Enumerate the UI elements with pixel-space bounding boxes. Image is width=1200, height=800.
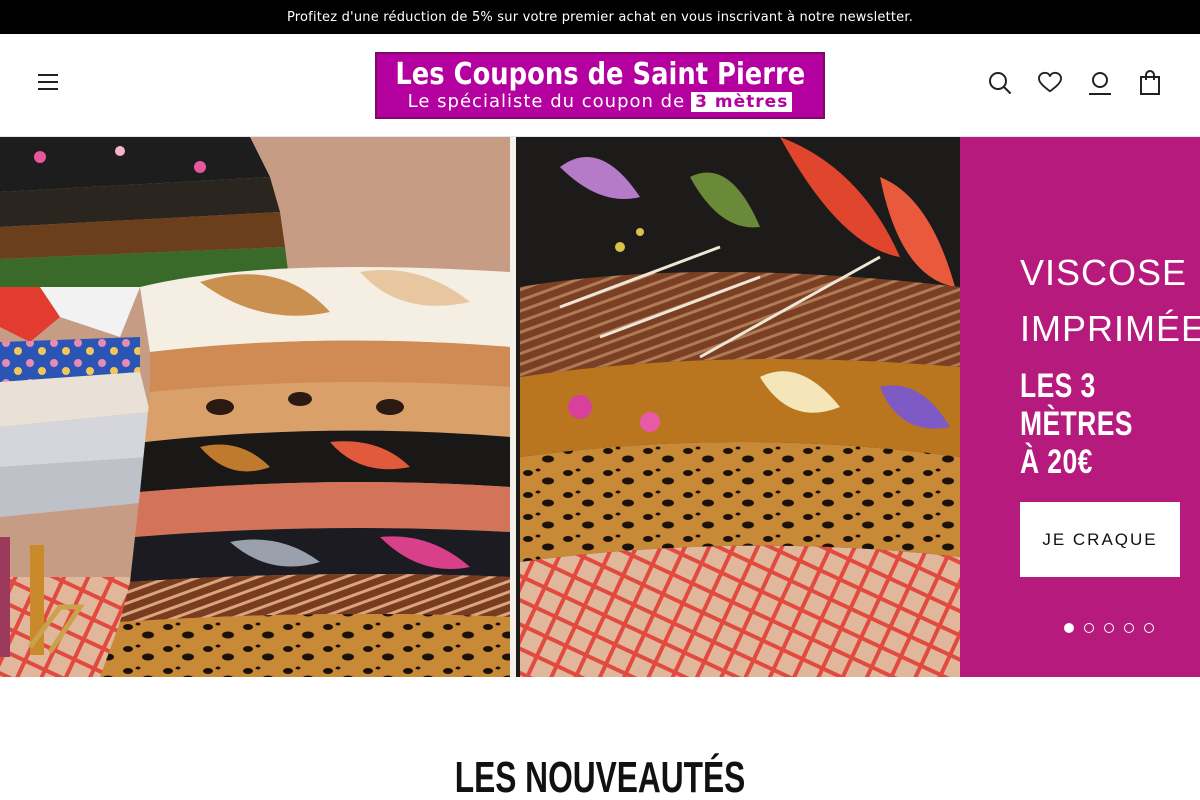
logo-tagline-text: Le spécialiste du coupon de bbox=[407, 90, 686, 112]
logo-tagline: Le spécialiste du coupon de 3 mètres bbox=[408, 91, 793, 113]
announcement-text: Profitez d'une réduction de 5% sur votre… bbox=[286, 9, 914, 25]
bag-icon[interactable] bbox=[1138, 70, 1162, 96]
heart-icon[interactable] bbox=[1038, 70, 1062, 96]
menu-icon[interactable] bbox=[38, 74, 62, 94]
hero-banner[interactable]: VISCOSE IMPRIMÉE LES 3 MÈTRES À 20€ JE C… bbox=[0, 137, 1200, 677]
slider-dots bbox=[1064, 623, 1154, 633]
slider-dot-1[interactable] bbox=[1064, 623, 1074, 633]
hero-promo-panel: VISCOSE IMPRIMÉE LES 3 MÈTRES À 20€ JE C… bbox=[960, 137, 1200, 677]
logo-tagline-box: 3 mètres bbox=[691, 91, 793, 112]
search-icon[interactable] bbox=[988, 70, 1012, 96]
slider-dot-2[interactable] bbox=[1084, 623, 1094, 633]
header-actions bbox=[988, 70, 1162, 96]
slider-dot-3[interactable] bbox=[1104, 623, 1114, 633]
section-title-nouveautes: LES NOUVEAUTÉS bbox=[454, 753, 746, 800]
hero-fabric-image bbox=[0, 137, 960, 677]
site-header: Les Coupons de Saint Pierre Le spécialis… bbox=[0, 34, 1200, 137]
hero-offer: LES 3 MÈTRES À 20€ bbox=[1020, 367, 1133, 481]
cta-je-craque-button[interactable]: JE CRAQUE bbox=[1020, 502, 1180, 577]
user-icon[interactable] bbox=[1088, 70, 1112, 96]
announcement-bar: Profitez d'une réduction de 5% sur votre… bbox=[0, 0, 1200, 34]
slider-dot-4[interactable] bbox=[1124, 623, 1134, 633]
slider-dot-5[interactable] bbox=[1144, 623, 1154, 633]
hero-heading: VISCOSE IMPRIMÉE bbox=[1020, 252, 1200, 349]
site-logo[interactable]: Les Coupons de Saint Pierre Le spécialis… bbox=[375, 52, 825, 119]
logo-title: Les Coupons de Saint Pierre bbox=[395, 56, 805, 92]
